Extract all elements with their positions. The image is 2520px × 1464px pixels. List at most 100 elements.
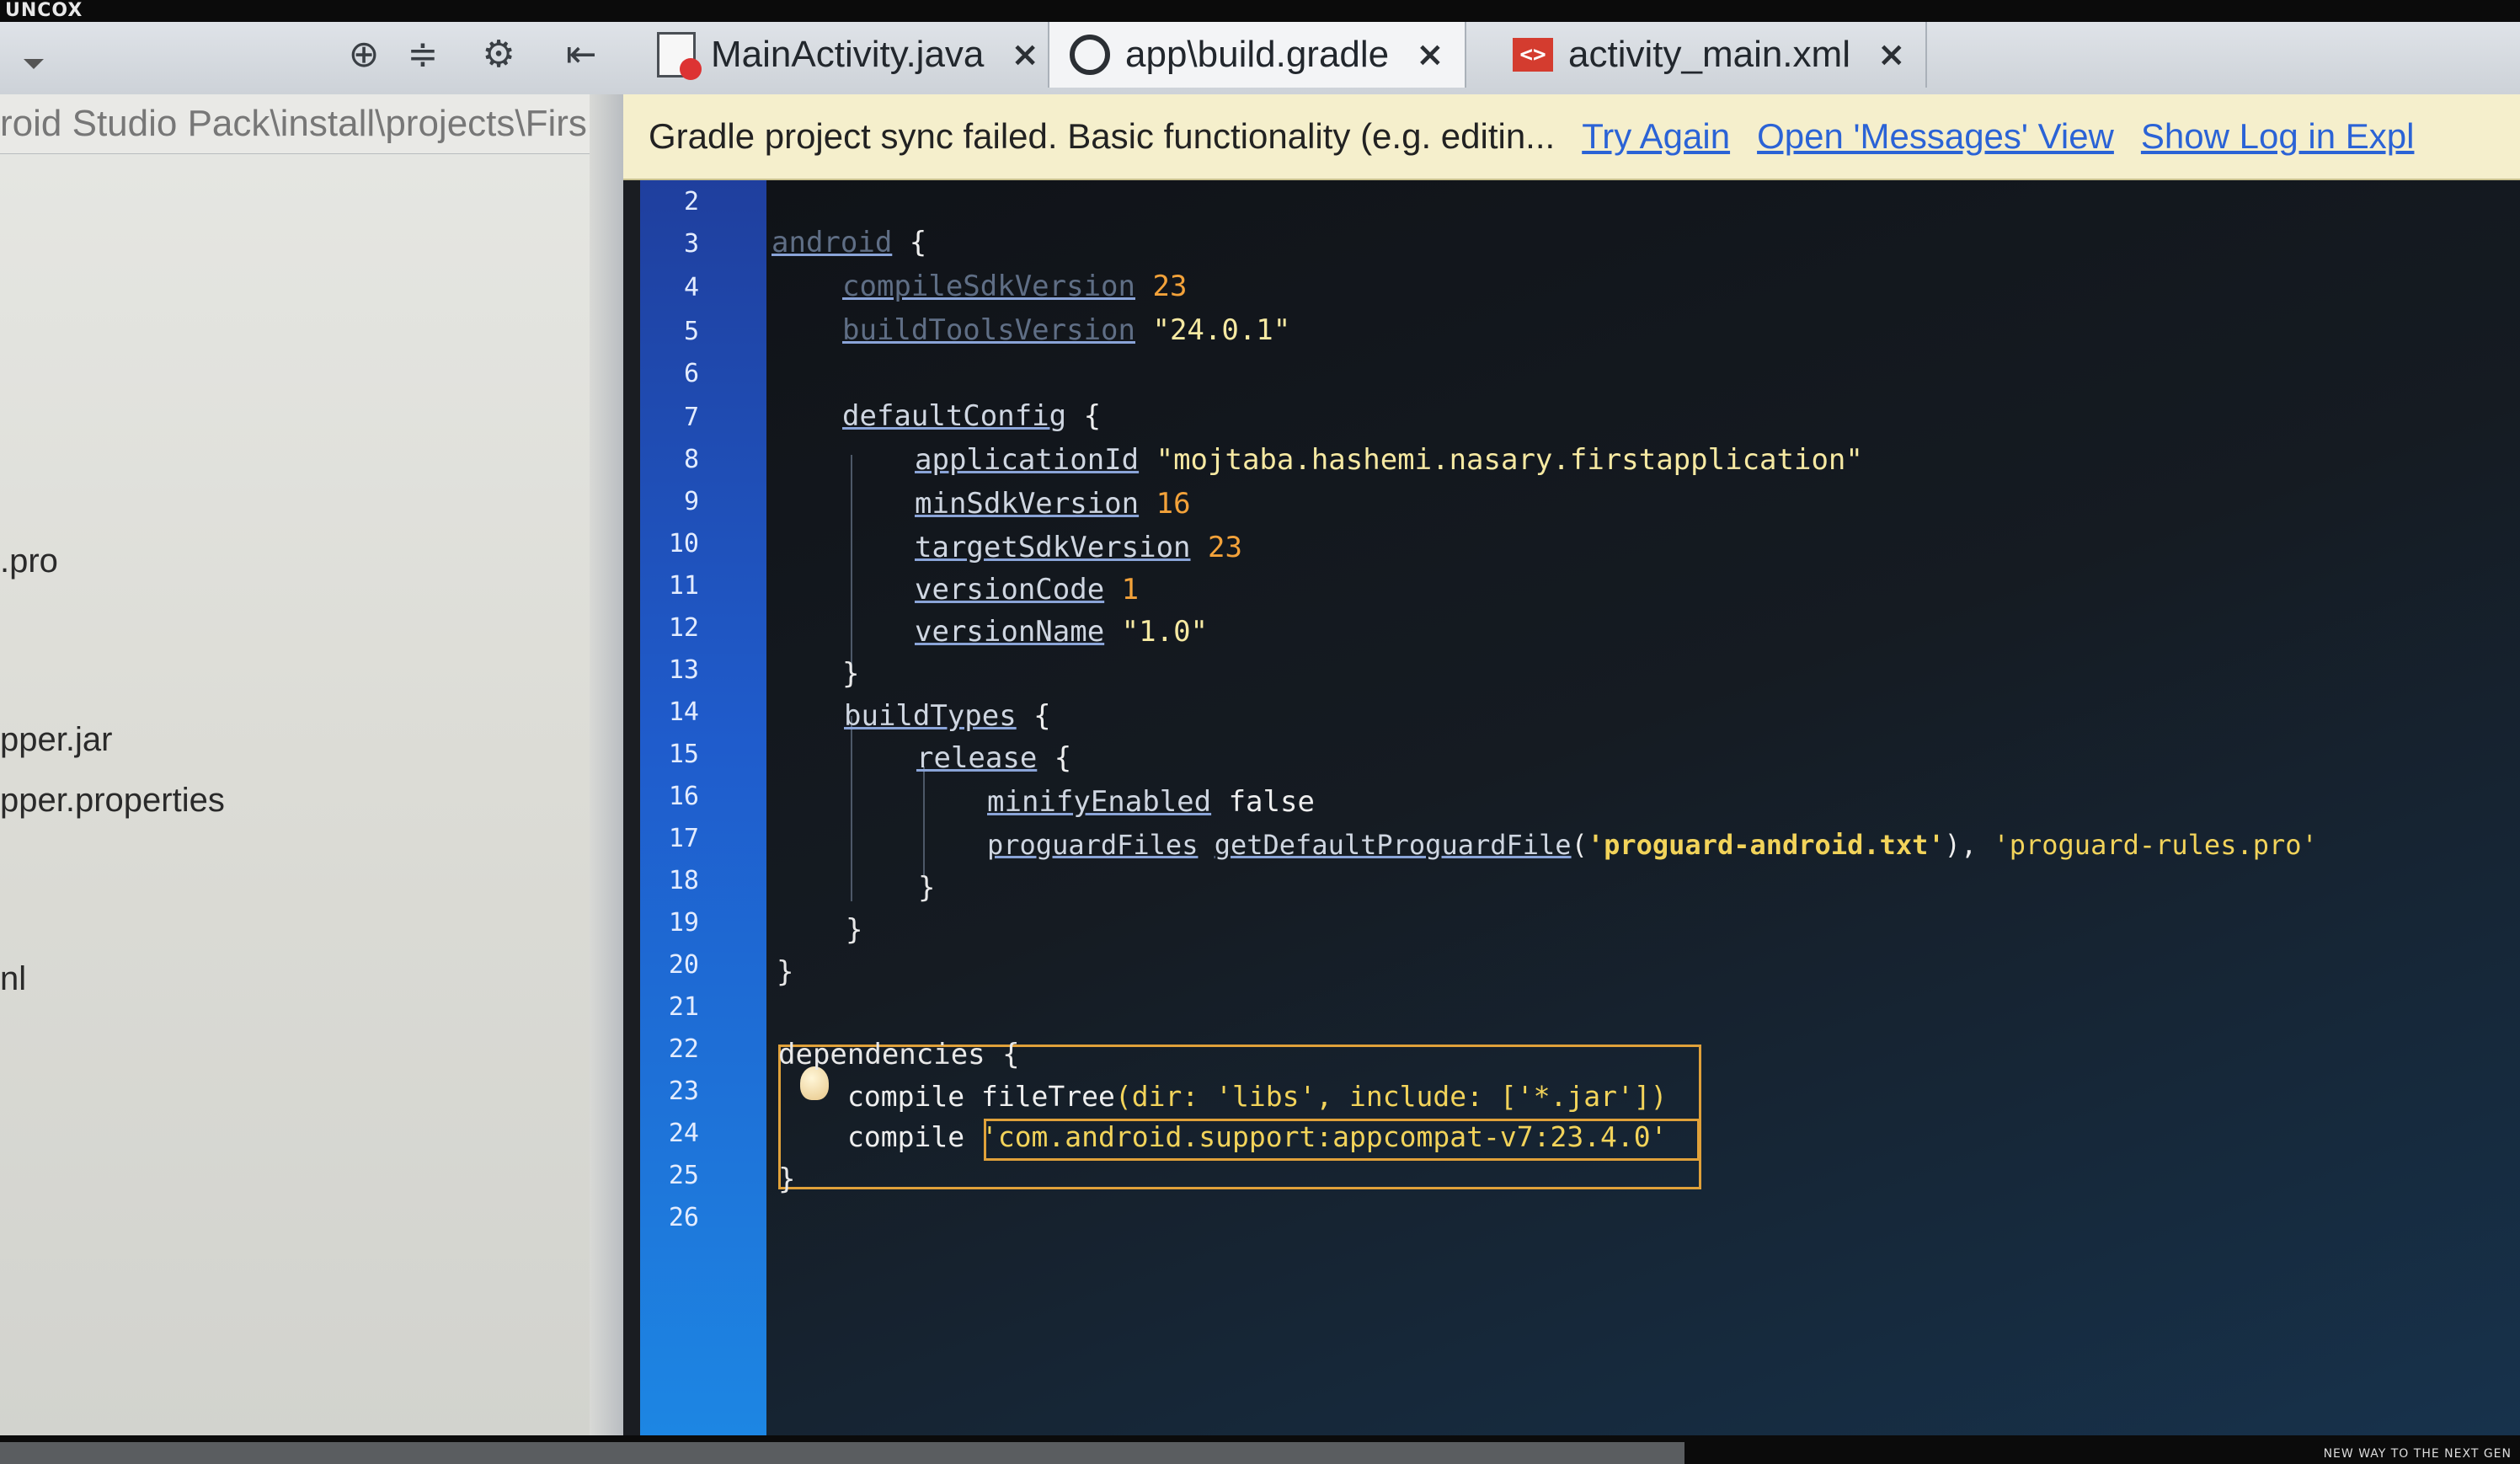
separator: ), — [1944, 829, 1994, 861]
line-number: 23 — [668, 1077, 699, 1106]
keyword: versionCode — [915, 573, 1105, 606]
code-line-18: } — [918, 871, 936, 905]
keyword: buildToolsVersion — [842, 313, 1135, 347]
gradle-file-icon — [1070, 35, 1110, 75]
line-number: 7 — [683, 403, 699, 432]
line-number: 3 — [683, 229, 699, 259]
string-literal: "mojtaba.hashemi.nasary.firstapplication… — [1156, 443, 1863, 477]
open-messages-view-link[interactable]: Open 'Messages' View — [1757, 116, 2114, 157]
brace: { — [1016, 699, 1051, 733]
line-number: 22 — [668, 1034, 699, 1064]
string-literal: 'proguard-android.txt' — [1587, 829, 1945, 861]
tab-mainactivity-java[interactable]: MainActivity.java × — [637, 22, 1061, 88]
line-number: 25 — [668, 1161, 699, 1190]
keyword: applicationId — [915, 443, 1140, 477]
indent-guide — [851, 716, 852, 901]
code-line-11: versionCode 1 — [915, 573, 1139, 606]
code-line-9: minSdkVersion 16 — [915, 487, 1191, 521]
code-line-20: } — [777, 955, 794, 989]
notification-message: Gradle project sync failed. Basic functi… — [649, 116, 1556, 156]
brace: { — [1037, 741, 1072, 775]
code-line-12: versionName "1.0" — [915, 615, 1208, 649]
brace: { — [892, 226, 927, 259]
tree-item[interactable]: pper.properties — [0, 782, 225, 820]
tab-build-gradle[interactable]: app\build.gradle × — [1048, 22, 1466, 88]
show-log-link[interactable]: Show Log in Expl — [2141, 116, 2415, 157]
keyword: compile — [847, 1120, 965, 1153]
keyword: compile — [847, 1080, 965, 1113]
tab-label: app\build.gradle — [1125, 34, 1390, 75]
line-number: 6 — [683, 359, 699, 388]
code-line-8: applicationId "mojtaba.hashemi.nasary.fi… — [915, 443, 1863, 477]
close-icon[interactable]: × — [1011, 35, 1039, 74]
code-line-17: proguardFiles getDefaultProguardFile('pr… — [987, 829, 2318, 861]
close-icon[interactable]: × — [1416, 35, 1444, 74]
number-literal: 16 — [1156, 487, 1191, 521]
line-number: 13 — [668, 655, 699, 685]
code-line-24: compile 'com.android.support:appcompat-v… — [847, 1120, 1668, 1153]
string-literal: "24.0.1" — [1152, 313, 1291, 347]
line-number: 10 — [668, 529, 699, 558]
tab-label: activity_main.xml — [1568, 34, 1850, 75]
code-line-16: minifyEnabled false — [987, 785, 1315, 819]
line-number: 20 — [668, 950, 699, 980]
editor-tab-bar: ⊕ ≑ ⚙ ⇤ MainActivity.java × app\build.gr… — [0, 22, 2520, 95]
brace: { — [1066, 399, 1102, 433]
code-line-14: buildTypes { — [844, 699, 1051, 733]
line-number: 16 — [668, 782, 699, 811]
line-number: 17 — [668, 824, 699, 853]
line-number: 12 — [668, 613, 699, 643]
code-line-25: } — [778, 1162, 796, 1196]
tab-label: MainActivity.java — [711, 34, 985, 75]
gear-icon[interactable]: ⚙ — [477, 32, 521, 76]
line-number: 8 — [683, 445, 699, 474]
line-number-gutter: 2 3 4 5 6 7 8 9 10 11 12 13 14 15 16 17 … — [640, 180, 766, 1435]
number-literal: 1 — [1121, 573, 1140, 606]
line-number: 2 — [683, 187, 699, 216]
number-literal: 23 — [1208, 531, 1242, 564]
tab-activity-main-xml[interactable]: <> activity_main.xml × — [1492, 22, 1928, 88]
keyword: compileSdkVersion — [842, 270, 1135, 303]
keyword: buildTypes — [844, 699, 1017, 733]
line-number: 14 — [668, 697, 699, 727]
status-bar — [0, 1442, 1684, 1464]
string-literal: 'com.android.support:appcompat-v7:23.4.0… — [980, 1120, 1668, 1153]
try-again-link[interactable]: Try Again — [1582, 116, 1730, 157]
code-line-7: defaultConfig { — [842, 399, 1101, 433]
code-line-15: release { — [916, 741, 1071, 775]
tree-item[interactable]: .pro — [0, 542, 58, 580]
java-file-icon — [657, 32, 702, 80]
function-name: getDefaultProguardFile — [1214, 829, 1572, 861]
code-line-10: targetSdkVersion 23 — [915, 531, 1242, 564]
line-number: 21 — [668, 992, 699, 1022]
tagline: NEW WAY TO THE NEXT GEN — [2323, 1447, 2512, 1461]
pin-icon[interactable]: ⇤ — [559, 32, 603, 76]
arguments: (dir: 'libs', include: ['*.jar']) — [1114, 1080, 1668, 1113]
keyword: minifyEnabled — [987, 785, 1212, 819]
panel-splitter[interactable] — [590, 94, 623, 1442]
keyword: versionName — [915, 615, 1105, 649]
tree-item[interactable]: nl — [0, 960, 26, 998]
line-number: 4 — [683, 273, 699, 302]
keyword: android — [771, 226, 893, 259]
line-number: 24 — [668, 1119, 699, 1148]
tree-item[interactable]: pper.jar — [0, 721, 112, 759]
line-number: 5 — [683, 317, 699, 346]
collapse-icon[interactable]: ≑ — [401, 32, 445, 76]
keyword: minSdkVersion — [915, 487, 1140, 521]
string-literal: "1.0" — [1121, 615, 1209, 649]
code-line-22: dependencies { — [778, 1038, 1020, 1071]
boolean-literal: false — [1211, 785, 1315, 819]
code-line-23: compile fileTree(dir: 'libs', include: [… — [847, 1080, 1668, 1113]
string-literal: 'proguard-rules.pro' — [1993, 829, 2318, 861]
line-number: 18 — [668, 866, 699, 895]
project-path: roid Studio Pack\install\projects\Firs — [0, 94, 590, 154]
line-number: 15 — [668, 740, 699, 769]
lightbulb-icon[interactable] — [800, 1066, 829, 1100]
crosshair-icon[interactable]: ⊕ — [342, 32, 386, 76]
code-line-4: compileSdkVersion 23 — [842, 270, 1187, 303]
indent-guide — [851, 455, 852, 682]
chevron-down-icon[interactable] — [24, 59, 44, 69]
watermark: UNCOX — [5, 0, 83, 21]
close-icon[interactable]: × — [1877, 35, 1906, 74]
